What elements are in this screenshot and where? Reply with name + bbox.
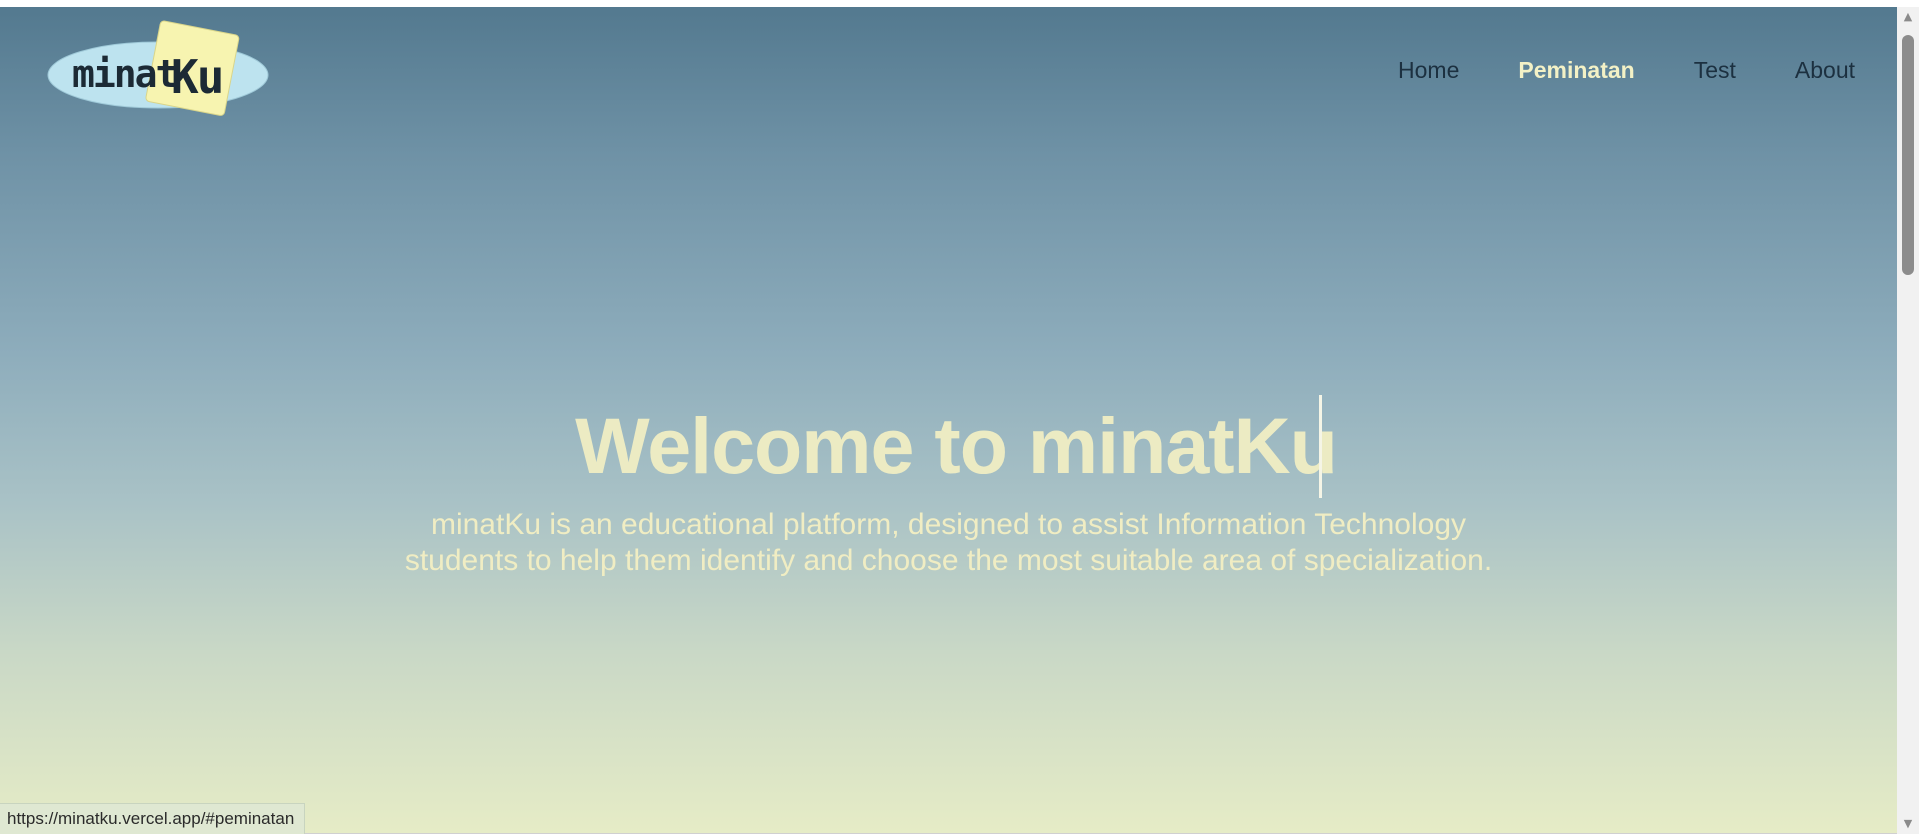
svg-text:minat: minat	[72, 52, 176, 96]
scroll-up-arrow-icon[interactable]: ▲	[1897, 9, 1919, 25]
vertical-scrollbar[interactable]: ▲ ▼	[1897, 7, 1919, 834]
nav-peminatan[interactable]: Peminatan	[1518, 57, 1634, 84]
nav-test[interactable]: Test	[1694, 57, 1736, 84]
logo-graphic: minat Ku	[47, 20, 269, 116]
site-logo[interactable]: minat Ku	[46, 15, 270, 127]
page-viewport: minat Ku Home Peminatan Test About Welco…	[0, 7, 1897, 834]
main-nav: Home Peminatan Test About	[1398, 57, 1855, 84]
nav-about[interactable]: About	[1795, 57, 1855, 84]
scroll-down-arrow-icon[interactable]: ▼	[1897, 816, 1919, 832]
nav-home[interactable]: Home	[1398, 57, 1459, 84]
hero-description: minatKu is an educational platform, desi…	[404, 508, 1493, 577]
hero-title-text: Welcome to minatKu	[575, 401, 1338, 490]
scroll-thumb[interactable]	[1902, 35, 1914, 275]
svg-text:Ku: Ku	[171, 50, 222, 104]
typing-caret	[1318, 394, 1322, 498]
link-status-bar: https://minatku.vercel.app/#peminatan	[0, 803, 306, 834]
hero-title: Welcome to minatKu	[0, 394, 1897, 504]
